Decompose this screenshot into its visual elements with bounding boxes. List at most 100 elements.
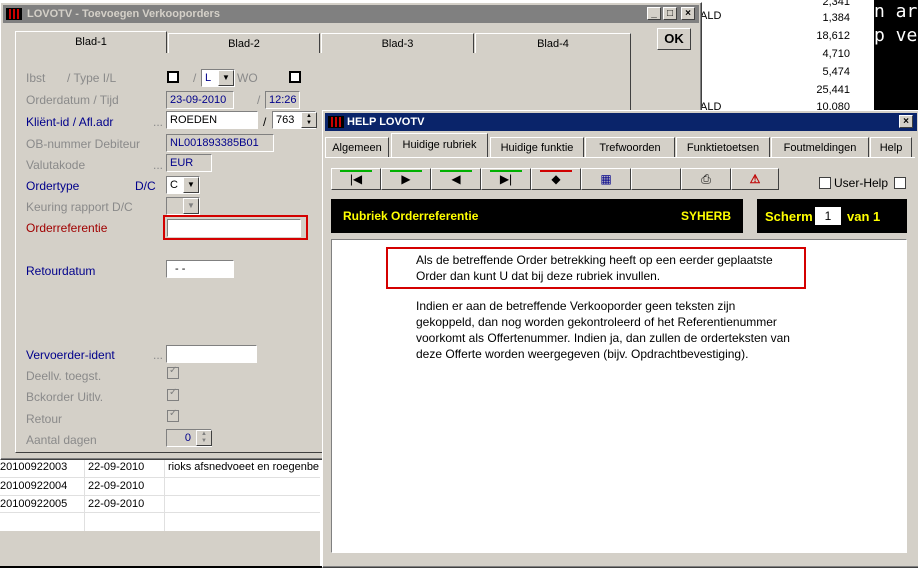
warning-tools-icon[interactable]: ⚠ bbox=[731, 168, 779, 190]
stepper-arrows-icon: ▲ ▼ bbox=[196, 430, 212, 446]
background-values-column: ALD 2,341 1,384 18,612 4,710 5,474 25,44… bbox=[700, 0, 850, 115]
status-bar bbox=[0, 531, 320, 566]
row-date: 22-09-2010 bbox=[88, 480, 145, 492]
table-row[interactable]: 20100922003 22-09-2010 rioks afsnedvoeet… bbox=[0, 459, 320, 477]
ibst-label: Ibst bbox=[26, 71, 46, 85]
value-cell: 18,612 bbox=[816, 30, 850, 42]
bckorder-checkbox bbox=[167, 387, 179, 401]
row-date: 22-09-2010 bbox=[88, 461, 145, 473]
scherm-value[interactable]: 1 bbox=[815, 207, 841, 225]
tab-help[interactable]: Help bbox=[870, 137, 912, 157]
tab-funktietoetsen[interactable]: Funktietoetsen bbox=[676, 137, 770, 157]
value-cell: 2,341 bbox=[822, 0, 850, 8]
type-slash: / bbox=[193, 71, 197, 85]
valuta-lookup-dots[interactable]: ... bbox=[153, 158, 163, 172]
calculator-icon[interactable]: ▦ bbox=[581, 168, 631, 190]
grid-line bbox=[164, 459, 165, 531]
rubriek-code: SYHERB bbox=[681, 209, 732, 223]
help-paragraph-1: Als de betreffende Order betrekking heef… bbox=[416, 252, 773, 284]
type-label: / Type I/L bbox=[67, 71, 117, 85]
dc-label: D/C bbox=[135, 179, 156, 193]
chevron-down-icon: ▼ bbox=[183, 198, 199, 214]
tab-trefwoorden[interactable]: Trefwoorden bbox=[585, 137, 675, 157]
help-toolbar: |◀ ▶ ◀ ▶| ◆ ▦ ⎙ ⚠ bbox=[331, 168, 779, 190]
grid-line bbox=[0, 512, 320, 513]
user-help-label: User-Help bbox=[834, 176, 889, 190]
tab-blad-1[interactable]: Blad-1 bbox=[15, 31, 167, 53]
row-desc: rioks afsnedvoeet en roegenbe bbox=[168, 461, 320, 473]
help-line: gekoppeld, dan nog worden gekontroleerd … bbox=[416, 315, 777, 329]
tab-huidige-rubriek[interactable]: Huidige rubriek bbox=[391, 133, 488, 158]
value-cell: 25,441 bbox=[816, 84, 850, 96]
ordertype-label: Ordertype bbox=[26, 179, 80, 193]
ob-field: NL001893385B01 bbox=[166, 134, 274, 152]
wo-checkbox[interactable] bbox=[289, 71, 301, 83]
klient-field[interactable]: ROEDEN bbox=[166, 111, 258, 129]
grid-line bbox=[84, 459, 85, 531]
ok-button[interactable]: OK bbox=[657, 28, 691, 50]
minimize-button[interactable]: _ bbox=[647, 7, 661, 20]
last-page-button[interactable]: ▶| bbox=[481, 168, 531, 190]
tijd-field: 12:26 bbox=[265, 91, 300, 109]
wo-label: WO bbox=[237, 71, 258, 85]
valuta-label: Valutakode bbox=[26, 158, 86, 172]
ald-label: ALD bbox=[700, 10, 722, 22]
deellv-label: Deellv. toegst. bbox=[26, 369, 102, 383]
orderref-label: Orderreferentie bbox=[26, 221, 108, 235]
keuring-label: Keuring rapport D/C bbox=[26, 200, 133, 214]
back-button[interactable]: ◆ bbox=[531, 168, 581, 190]
help-paragraph-2: Indien er aan de betreffende Verkooporde… bbox=[416, 298, 790, 362]
tijd-slash: / bbox=[257, 93, 261, 107]
tab-algemeen[interactable]: Algemeen bbox=[325, 137, 389, 157]
close-button[interactable]: × bbox=[681, 7, 695, 20]
value-cell: 5,474 bbox=[822, 66, 850, 78]
first-page-button[interactable]: |◀ bbox=[331, 168, 381, 190]
vervoerder-lookup-dots[interactable]: ... bbox=[153, 348, 163, 362]
next-page-button[interactable]: ▶ bbox=[381, 168, 431, 190]
retourdatum-field[interactable]: - - bbox=[166, 260, 234, 278]
row-date: 22-09-2010 bbox=[88, 498, 145, 510]
aantal-label: Aantal dagen bbox=[26, 433, 97, 447]
print-button[interactable]: ⎙ bbox=[681, 168, 731, 190]
stepper-arrows-icon[interactable]: ▲ ▼ bbox=[301, 112, 317, 128]
klient-lookup-dots[interactable]: ... bbox=[153, 115, 163, 129]
value-cell: 1,384 bbox=[822, 12, 850, 24]
afl-slash: / bbox=[263, 115, 267, 129]
help-window: HELP LOVOTV × Algemeen Huidige rubriek H… bbox=[322, 110, 918, 568]
retour-label: Retour bbox=[26, 412, 63, 426]
chevron-down-icon[interactable]: ▼ bbox=[183, 177, 199, 193]
tab-huidige-funktie[interactable]: Huidige funktie bbox=[490, 137, 584, 157]
scherm-panel: Scherm 1 van 1 bbox=[757, 199, 907, 233]
help-line: voorkomt als Offertenummer. Indien ja, d… bbox=[416, 331, 790, 345]
table-row[interactable]: 20100922004 22-09-2010 bbox=[0, 477, 320, 496]
vervoerder-field[interactable] bbox=[166, 345, 257, 363]
blank-toolbar-button[interactable] bbox=[631, 168, 681, 190]
tab-blad-2[interactable]: Blad-2 bbox=[168, 33, 320, 53]
maximize-button[interactable]: □ bbox=[663, 7, 677, 20]
help-line: deze Offerte worden weergegeven (bijv. O… bbox=[416, 347, 749, 361]
orderdatum-field: 23-09-2010 bbox=[166, 91, 234, 109]
terminal-window: n art p ve bbox=[874, 0, 918, 70]
tab-blad-3[interactable]: Blad-3 bbox=[321, 33, 474, 53]
row-id: 20100922003 bbox=[0, 461, 68, 473]
help-line: Indien er aan de betreffende Verkooporde… bbox=[416, 299, 736, 313]
rubriek-header-panel: Rubriek Orderreferentie SYHERB bbox=[331, 199, 743, 233]
valuta-field: EUR bbox=[166, 154, 212, 172]
tab-blad-4[interactable]: Blad-4 bbox=[475, 33, 631, 53]
tab-foutmeldingen[interactable]: Foutmeldingen bbox=[771, 137, 869, 157]
close-button[interactable]: × bbox=[899, 115, 913, 128]
orderref-field[interactable] bbox=[167, 219, 301, 237]
previous-page-button[interactable]: ◀ bbox=[431, 168, 481, 190]
chevron-down-icon[interactable]: ▼ bbox=[218, 70, 234, 86]
ob-label: OB-nummer Debiteur bbox=[26, 137, 141, 151]
order-window-titlebar[interactable]: LOVOTV - Toevoegen Verkooporders _ □ × bbox=[3, 5, 699, 23]
help-line: Order dan kunt U dat bij deze rubriek in… bbox=[416, 269, 661, 283]
user-help-checkbox[interactable] bbox=[819, 177, 831, 189]
row-id: 20100922004 bbox=[0, 480, 68, 492]
klient-label: Kliënt-id / Afl.adr bbox=[26, 115, 114, 129]
tab-divider bbox=[325, 157, 915, 158]
help-window-titlebar[interactable]: HELP LOVOTV × bbox=[325, 113, 917, 131]
ibst-checkbox[interactable] bbox=[167, 71, 179, 83]
user-help-checkbox-2[interactable] bbox=[894, 177, 906, 189]
rubriek-title: Rubriek Orderreferentie bbox=[343, 209, 479, 223]
